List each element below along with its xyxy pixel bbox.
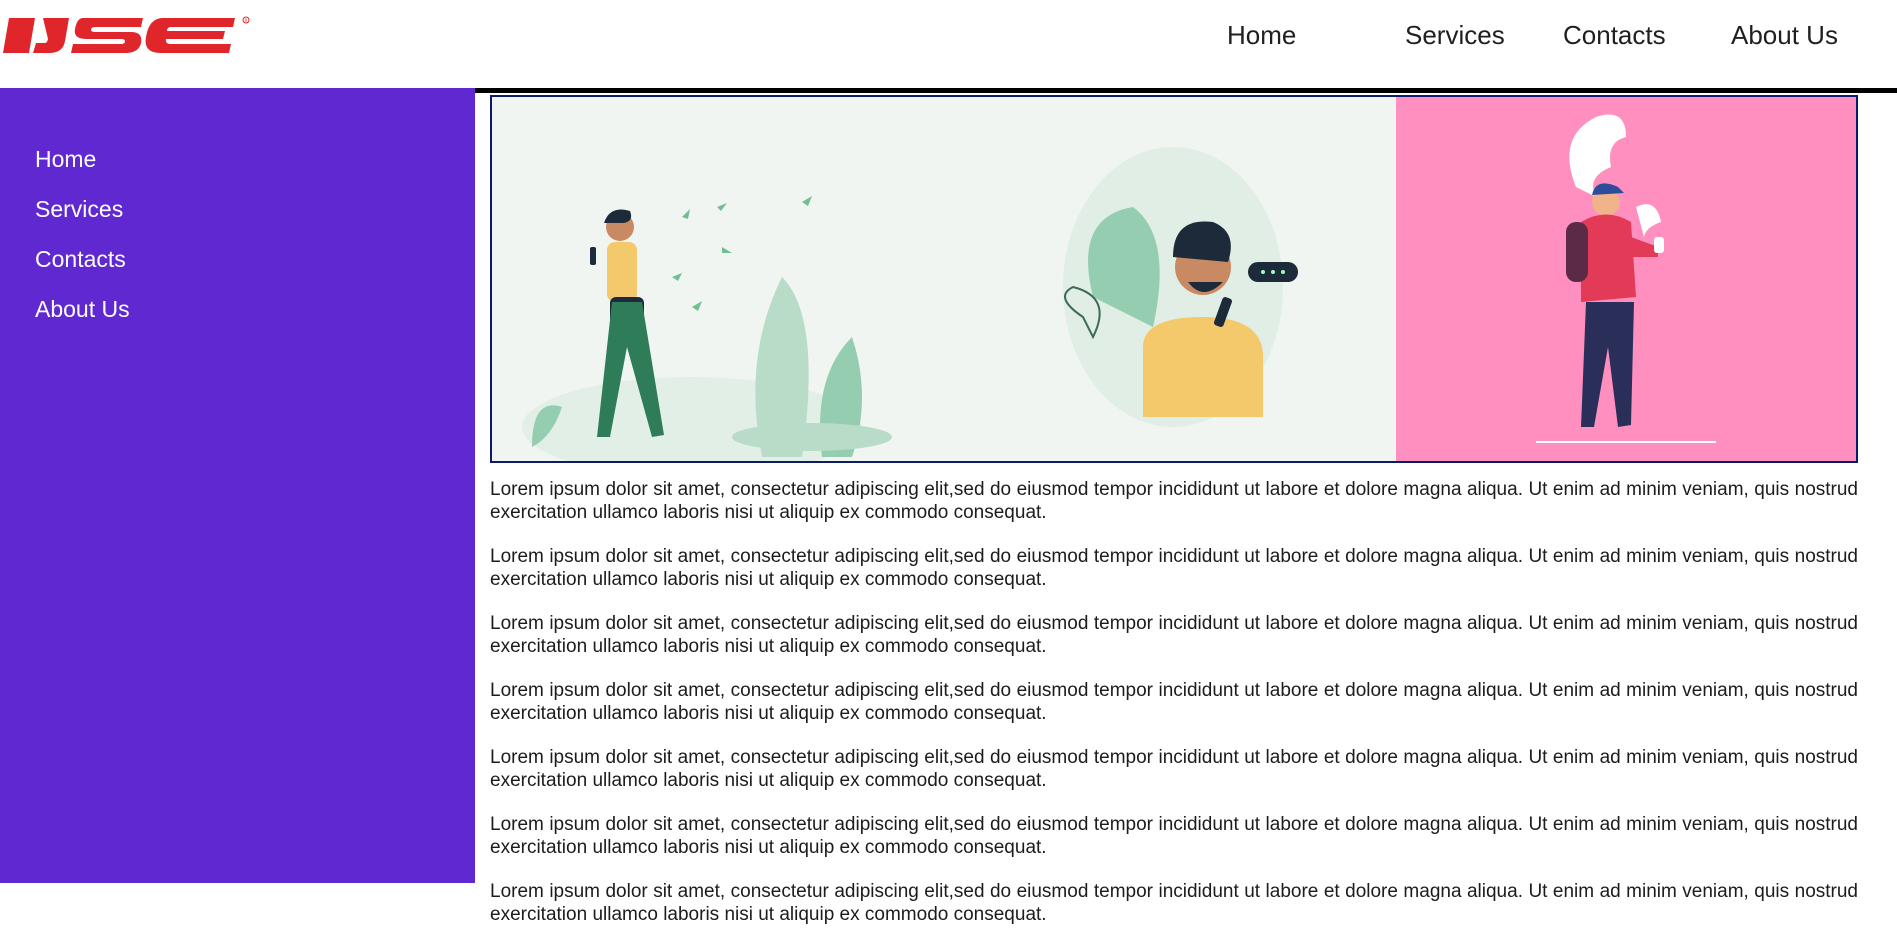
top-nav-about-us[interactable]: About Us — [1731, 20, 1838, 51]
content-paragraph: Lorem ipsum dolor sit amet, consectetur … — [490, 747, 1858, 791]
gallery-image-texting-man — [943, 97, 1398, 461]
smoking-man-illustration — [1396, 97, 1856, 461]
content-paragraph: Lorem ipsum dolor sit amet, consectetur … — [490, 881, 1858, 925]
top-nav-contacts[interactable]: Contacts — [1563, 20, 1666, 51]
texting-man-illustration — [943, 97, 1396, 461]
svg-text:R: R — [245, 18, 248, 23]
gallery-image-walking-man — [492, 97, 945, 461]
content-paragraph: Lorem ipsum dolor sit amet, consectetur … — [490, 546, 1858, 590]
sidebar: Home Services Contacts About Us — [0, 88, 475, 883]
content-paragraph: Lorem ipsum dolor sit amet, consectetur … — [490, 814, 1858, 858]
content-paragraph: Lorem ipsum dolor sit amet, consectetur … — [490, 613, 1858, 657]
ijse-logo[interactable]: R — [3, 13, 253, 58]
content-paragraph: Lorem ipsum dolor sit amet, consectetur … — [490, 680, 1858, 724]
gallery-image-smoking-man — [1396, 97, 1856, 461]
main-content: Lorem ipsum dolor sit amet, consectetur … — [490, 478, 1858, 947]
content-paragraph: Lorem ipsum dolor sit amet, consectetur … — [490, 479, 1858, 523]
image-gallery — [490, 95, 1858, 463]
sidebar-item-services[interactable]: Services — [35, 196, 123, 223]
sidebar-item-contacts[interactable]: Contacts — [35, 246, 126, 273]
walking-man-illustration — [492, 97, 943, 461]
top-nav-home[interactable]: Home — [1227, 20, 1296, 51]
sidebar-item-about-us[interactable]: About Us — [35, 296, 130, 323]
sidebar-item-home[interactable]: Home — [35, 146, 96, 173]
header-divider — [475, 88, 1897, 93]
top-nav-services[interactable]: Services — [1405, 20, 1505, 51]
site-header: R Home Services Contacts About Us — [0, 0, 1897, 88]
